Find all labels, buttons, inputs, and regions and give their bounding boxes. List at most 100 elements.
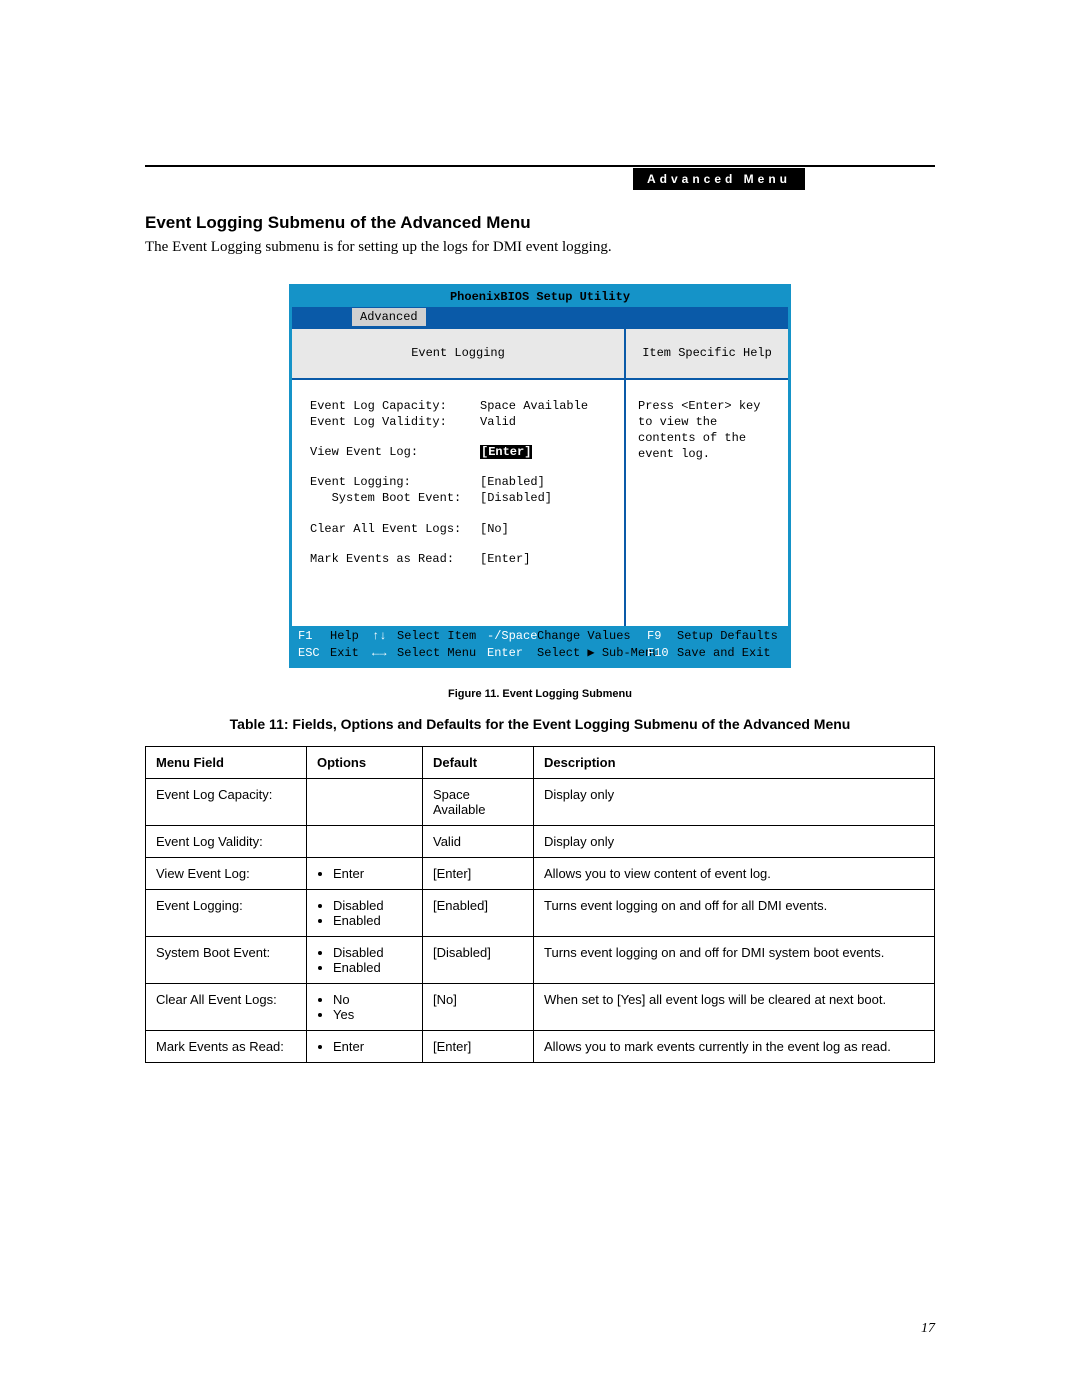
bios-left-content: Event Log Capacity:Space AvailableEvent … xyxy=(292,380,624,626)
bios-row-value: [Enter] xyxy=(480,551,614,567)
bios-key-esc: ESC xyxy=(298,645,330,661)
bios-row: System Boot Event:[Disabled] xyxy=(310,490,614,506)
bios-key-enter: Enter xyxy=(487,645,537,661)
option-item: Yes xyxy=(333,1007,412,1022)
th-default: Default xyxy=(423,746,534,778)
bios-key-leftright: ←→ xyxy=(372,645,397,661)
table-row: Event Logging:DisabledEnabled[Enabled]Tu… xyxy=(146,889,935,936)
bios-row-value: [Enabled] xyxy=(480,474,614,490)
cell-default: [Enter] xyxy=(423,1030,534,1062)
bios-right-panel: Item Specific Help Press <Enter> key to … xyxy=(626,329,788,625)
cell-field: Mark Events as Read: xyxy=(146,1030,307,1062)
th-options: Options xyxy=(307,746,423,778)
figure-caption: Figure 11. Event Logging Submenu xyxy=(145,688,935,700)
cell-default: Space Available xyxy=(423,778,534,825)
bios-row-label: Mark Events as Read: xyxy=(310,551,480,567)
top-rule xyxy=(145,165,935,167)
bios-screenshot: PhoenixBIOS Setup Utility Advanced Event… xyxy=(289,284,791,668)
bios-row: Clear All Event Logs:[No] xyxy=(310,521,614,537)
cell-default: [Enter] xyxy=(423,857,534,889)
bios-row-label: System Boot Event: xyxy=(310,490,480,506)
cell-desc: Turns event logging on and off for all D… xyxy=(534,889,935,936)
bios-key-f1: F1 xyxy=(298,628,330,644)
bios-row-label: View Event Log: xyxy=(310,444,480,460)
option-item: Enter xyxy=(333,866,412,881)
bios-key-f1-label: Help xyxy=(330,628,372,644)
bios-row: Mark Events as Read:[Enter] xyxy=(310,551,614,567)
bios-key-enter-label: Select ▶ Sub-Menu xyxy=(537,645,647,661)
th-field: Menu Field xyxy=(146,746,307,778)
bios-row: Event Logging:[Enabled] xyxy=(310,474,614,490)
table-row: Event Log Validity:ValidDisplay only xyxy=(146,825,935,857)
cell-default: [No] xyxy=(423,983,534,1030)
cell-default: Valid xyxy=(423,825,534,857)
header-tab: Advanced Menu xyxy=(633,168,805,190)
cell-field: Event Log Capacity: xyxy=(146,778,307,825)
bios-key-updown: ↑↓ xyxy=(372,628,397,644)
bios-row-value: [Enter] xyxy=(480,444,614,460)
section-intro: The Event Logging submenu is for setting… xyxy=(145,239,935,256)
table-row: Mark Events as Read: Enter [Enter]Allows y… xyxy=(146,1030,935,1062)
option-item: Enter xyxy=(333,1039,412,1054)
cell-field: Clear All Event Logs: xyxy=(146,983,307,1030)
cell-options: Enter xyxy=(307,1030,423,1062)
bios-left-header: Event Logging xyxy=(292,329,624,379)
bios-row-value: Valid xyxy=(480,414,614,430)
cell-field: System Boot Event: xyxy=(146,936,307,983)
option-item: Enabled xyxy=(333,913,412,928)
bios-menubar-active: Advanced xyxy=(352,308,426,326)
th-desc: Description xyxy=(534,746,935,778)
cell-options: NoYes xyxy=(307,983,423,1030)
bios-key-space: -/Space xyxy=(487,628,537,644)
bios-key-updown-label: Select Item xyxy=(397,628,487,644)
cell-field: Event Logging: xyxy=(146,889,307,936)
cell-options: Enter xyxy=(307,857,423,889)
bios-key-f9: F9 xyxy=(647,628,677,644)
bios-row-label: Event Log Validity: xyxy=(310,414,480,430)
bios-footer: F1 Help ↑↓ Select Item -/Space Change Va… xyxy=(292,626,788,665)
bios-key-f10: F10 xyxy=(647,645,677,661)
cell-desc: Allows you to view content of event log. xyxy=(534,857,935,889)
cell-desc: Allows you to mark events currently in t… xyxy=(534,1030,935,1062)
bios-row: Event Log Validity:Valid xyxy=(310,414,614,430)
cell-options: DisabledEnabled xyxy=(307,936,423,983)
bios-key-space-label: Change Values xyxy=(537,628,647,644)
table-row: Clear All Event Logs:NoYes[No]When set t… xyxy=(146,983,935,1030)
cell-options xyxy=(307,778,423,825)
option-item: Enabled xyxy=(333,960,412,975)
bios-left-panel: Event Logging Event Log Capacity:Space A… xyxy=(292,329,626,625)
cell-options xyxy=(307,825,423,857)
table-title: Table 11: Fields, Options and Defaults f… xyxy=(145,716,935,732)
bios-row xyxy=(310,507,614,521)
table-header-row: Menu Field Options Default Description xyxy=(146,746,935,778)
bios-row-label: Event Logging: xyxy=(310,474,480,490)
cell-options: DisabledEnabled xyxy=(307,889,423,936)
bios-row: View Event Log:[Enter] xyxy=(310,444,614,460)
cell-field: View Event Log: xyxy=(146,857,307,889)
bios-help-text: Press <Enter> key to view the contents o… xyxy=(626,380,788,626)
bios-key-f10-label: Save and Exit xyxy=(677,645,782,661)
section-title: Event Logging Submenu of the Advanced Me… xyxy=(145,213,935,233)
option-item: Disabled xyxy=(333,898,412,913)
page-number: 17 xyxy=(921,1321,935,1337)
bios-row xyxy=(310,430,614,444)
table-row: View Event Log: Enter [Enter]Allows you to… xyxy=(146,857,935,889)
bios-body: Event Logging Event Log Capacity:Space A… xyxy=(292,327,788,625)
cell-desc: Display only xyxy=(534,778,935,825)
bios-menubar: Advanced xyxy=(292,307,788,327)
bios-key-leftright-label: Select Menu xyxy=(397,645,487,661)
fields-table: Menu Field Options Default Description E… xyxy=(145,746,935,1063)
bios-key-esc-label: Exit xyxy=(330,645,372,661)
bios-row: Event Log Capacity:Space Available xyxy=(310,398,614,414)
bios-row-value: Space Available xyxy=(480,398,614,414)
bios-row-label: Event Log Capacity: xyxy=(310,398,480,414)
cell-desc: Turns event logging on and off for DMI s… xyxy=(534,936,935,983)
option-item: Disabled xyxy=(333,945,412,960)
cell-default: [Disabled] xyxy=(423,936,534,983)
bios-title: PhoenixBIOS Setup Utility xyxy=(292,287,788,307)
bios-right-header: Item Specific Help xyxy=(626,329,788,379)
bios-key-f9-label: Setup Defaults xyxy=(677,628,782,644)
cell-default: [Enabled] xyxy=(423,889,534,936)
bios-row-value: [No] xyxy=(480,521,614,537)
bios-row-value: [Disabled] xyxy=(480,490,614,506)
